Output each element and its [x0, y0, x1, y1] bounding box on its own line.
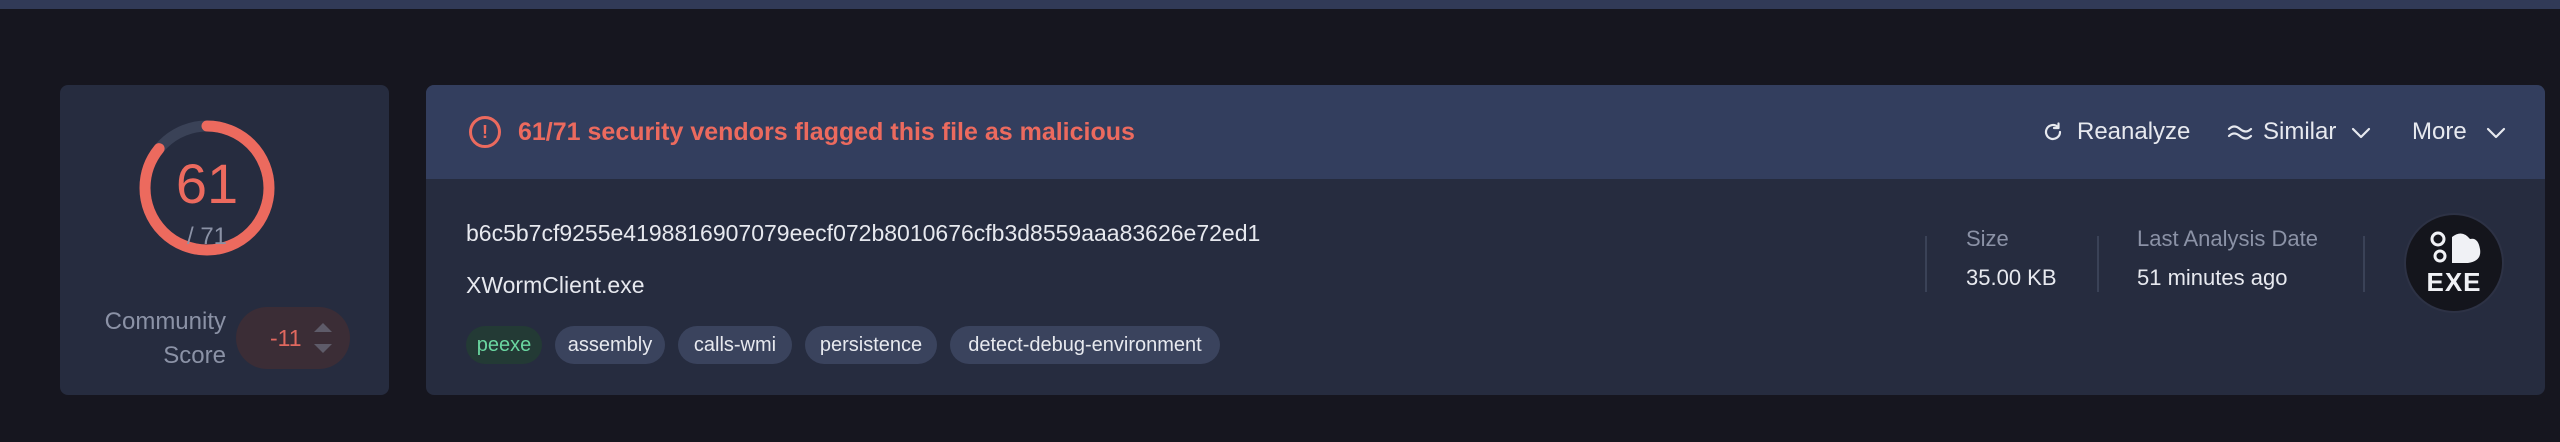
more-dropdown[interactable]: More	[2412, 114, 2522, 150]
last-analysis-label: Last Analysis Date	[2137, 226, 2318, 251]
size-value: 35.00 KB	[1966, 265, 2057, 290]
vote-down-icon[interactable]	[314, 344, 332, 353]
vote-up-icon[interactable]	[314, 323, 332, 332]
detection-banner: ! 61/71 security vendors flagged this fi…	[426, 85, 2545, 179]
detection-score-card: 61 / 71 Community Score -11	[60, 85, 389, 395]
file-name: XWormClient.exe	[466, 272, 645, 298]
detection-total: / 71	[186, 223, 228, 250]
tag-detect-debug-environment[interactable]: detect-debug-environment	[950, 326, 1220, 364]
more-label: More	[2412, 118, 2467, 145]
top-nav-strip	[0, 0, 2560, 9]
meta-divider	[1925, 236, 1927, 292]
tag-peexe[interactable]: peexe	[466, 326, 542, 364]
detection-alert-text: 61/71 security vendors flagged this file…	[518, 118, 1135, 146]
refresh-icon	[2044, 122, 2062, 141]
meta-divider	[2097, 236, 2099, 292]
similar-dropdown[interactable]: Similar	[2227, 114, 2377, 150]
reanalyze-button[interactable]: Reanalyze	[2041, 114, 2191, 150]
chevron-down-icon	[2486, 127, 2506, 139]
last-analysis-value: 51 minutes ago	[2137, 265, 2288, 290]
size-label: Size	[1966, 226, 2009, 251]
file-type-label: EXE	[2426, 267, 2482, 297]
gear-icon	[2430, 231, 2481, 263]
similar-label: Similar	[2263, 118, 2337, 145]
community-score-value: -11	[270, 325, 302, 351]
community-score-label: Community Score	[104, 308, 226, 369]
file-summary-card: ! 61/71 security vendors flagged this fi…	[426, 85, 2545, 395]
similar-icon	[2227, 125, 2253, 140]
tag-assembly[interactable]: assembly	[555, 326, 665, 364]
alert-circle-icon: !	[469, 116, 501, 148]
reanalyze-label: Reanalyze	[2077, 118, 2191, 145]
tag-persistence[interactable]: persistence	[805, 326, 937, 364]
chevron-down-icon	[2351, 127, 2371, 139]
file-type-badge: EXE	[2404, 213, 2504, 313]
detection-count: 61	[175, 152, 239, 215]
tag-calls-wmi[interactable]: calls-wmi	[678, 326, 792, 364]
community-score-widget: -11	[236, 307, 350, 369]
meta-divider	[2363, 236, 2365, 292]
file-hash[interactable]: b6c5b7cf9255e4198816907079eecf072b801067…	[466, 220, 1260, 247]
